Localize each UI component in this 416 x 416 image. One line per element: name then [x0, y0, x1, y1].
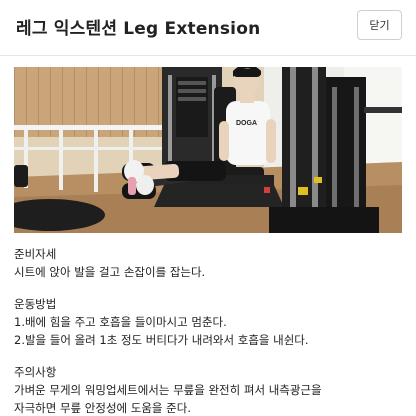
leg-extension-illustration: DOGA [14, 67, 402, 233]
close-button[interactable]: 닫기 [357, 10, 402, 40]
exercise-photo: DOGA [14, 67, 402, 233]
section-text: 시트에 앉아 발을 걸고 손잡이를 잡는다. [14, 265, 206, 279]
exercise-description: 준비자세 시트에 앉아 발을 걸고 손잡이를 잡는다. 운동방법 1.배에 힘을… [14, 245, 406, 416]
section-text: 1.배에 힘을 주고 호흡을 들이마시고 멈춘다. [14, 315, 227, 329]
section-title: 주의사항 [14, 365, 57, 379]
section-text: 2.발을 들어 올려 1초 정도 버티다가 내려와서 호흡을 내쉰다. [14, 333, 309, 347]
section-preparation: 준비자세 시트에 앉아 발을 걸고 손잡이를 잡는다. [14, 245, 406, 281]
section-method: 운동방법 1.배에 힘을 주고 호흡을 들이마시고 멈춘다. 2.발을 들어 올… [14, 295, 406, 349]
exercise-detail-modal: 레그 익스텐션 Leg Extension 닫기 DOGA 준비자세 시트에 앉… [0, 0, 416, 416]
section-text: 가벼운 무게의 워밍업세트에서는 무릎을 완전히 펴서 내측광근을 [14, 383, 322, 397]
modal-header: 레그 익스텐션 Leg Extension 닫기 [0, 0, 416, 56]
section-title: 운동방법 [14, 297, 57, 311]
exercise-title: 레그 익스텐션 Leg Extension [16, 19, 261, 39]
section-title: 준비자세 [14, 247, 57, 261]
section-text: 자극하면 무릎 안정성에 도움을 준다. [14, 401, 191, 415]
shirt-logo: DOGA [236, 120, 257, 127]
section-caution: 주의사항 가벼운 무게의 워밍업세트에서는 무릎을 완전히 펴서 내측광근을 자… [14, 363, 406, 416]
